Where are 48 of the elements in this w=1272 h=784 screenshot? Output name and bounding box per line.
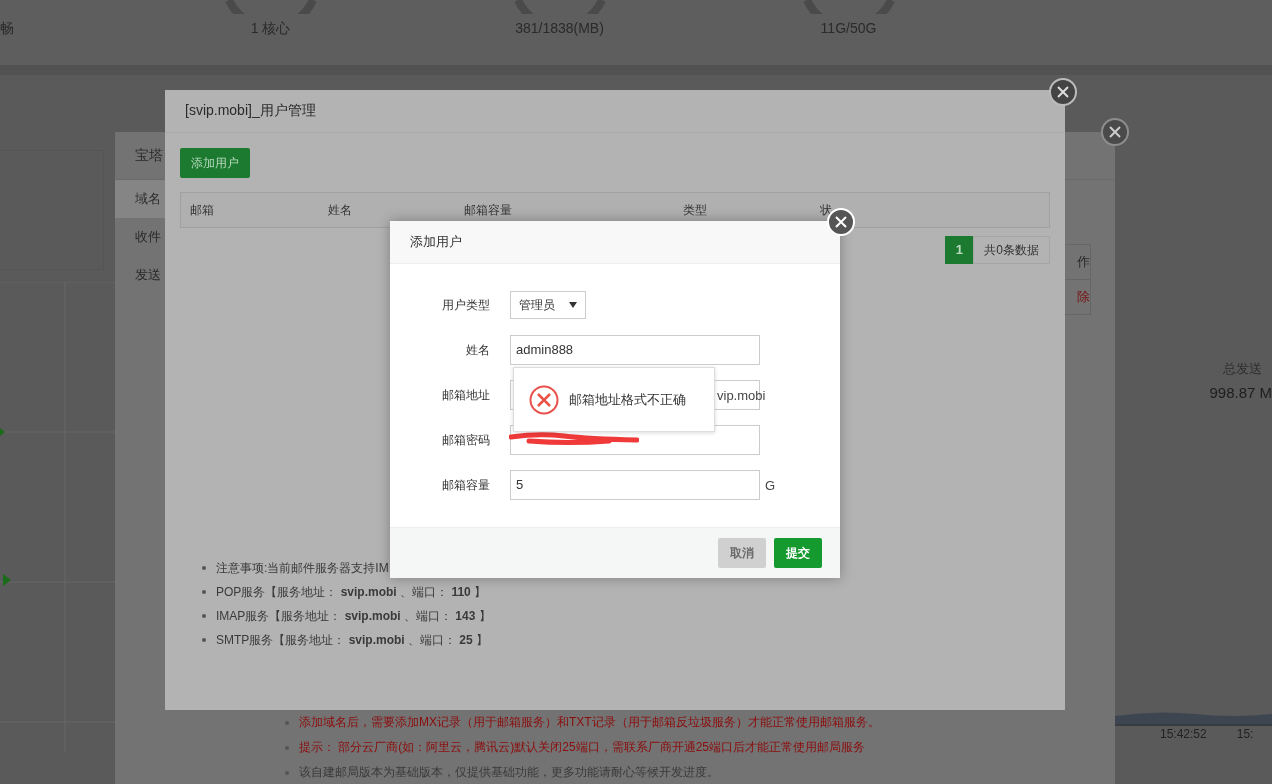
field-label: 姓名 — [465, 341, 490, 359]
bullet-icon — [202, 638, 206, 642]
record-count: 共0条数据 — [973, 236, 1050, 264]
delete-link[interactable]: 除 — [1077, 289, 1090, 304]
note-text: 注意事项:当前邮件服务器支持IM — [216, 560, 389, 577]
time-label: 15:42:52 — [1160, 727, 1207, 741]
field-label: 邮箱地址 — [441, 386, 490, 404]
note-text: IMAP服务【服务地址： svip.mobi 、端口： 143 】 — [216, 608, 491, 625]
dialog-title: 添加用户 — [410, 233, 462, 251]
add-user-button[interactable]: 添加用户 — [180, 148, 250, 178]
close-icon — [1109, 126, 1121, 138]
column-header: 状 — [820, 201, 832, 219]
menu-item[interactable]: 域名 — [115, 180, 165, 218]
domain-suffix: vip.mobi — [717, 387, 766, 403]
close-button[interactable] — [1049, 78, 1077, 106]
close-button[interactable] — [1101, 118, 1129, 146]
note-text: SMTP服务【服务地址： svip.mobi 、端口： 25 】 — [216, 632, 489, 649]
bullet-icon — [202, 614, 206, 618]
error-message: 邮箱地址格式不正确 — [569, 390, 686, 409]
page-button[interactable]: 1 — [945, 236, 974, 264]
column-header: 邮箱容量 — [464, 201, 512, 219]
user-type-select[interactable]: 管理员 — [510, 291, 586, 319]
note-text: POP服务【服务地址： svip.mobi 、端口： 110 】 — [216, 584, 487, 601]
submit-button[interactable]: 提交 — [774, 538, 822, 568]
bullet-icon — [202, 566, 206, 570]
column-header: 姓名 — [328, 201, 352, 219]
menu-item[interactable]: 收件 — [115, 218, 165, 256]
input-field[interactable]: 5 — [510, 470, 760, 500]
window-title: 宝塔 — [135, 146, 163, 165]
note-text: 添加域名后，需要添加MX记录（用于邮箱服务）和TXT记录（用于邮箱反垃圾服务）才能正常使用邮箱服务。 — [299, 714, 880, 731]
menu-item[interactable]: 发送 — [115, 256, 165, 294]
field-label: 邮箱容量 — [441, 476, 490, 494]
traffic-value: 998.87 M — [1209, 384, 1272, 401]
error-icon — [529, 384, 559, 415]
note-text: 提示： 部分云厂商(如：阿里云，腾讯云)默认关闭25端口，需联系厂商开通25端口后才能正常使用邮局服务 — [299, 739, 866, 756]
bullet-icon — [202, 590, 206, 594]
time-label: 15: — [1236, 727, 1254, 741]
table-header: 作 — [1076, 253, 1090, 271]
field-label: 邮箱密码 — [441, 431, 490, 449]
column-header: 类型 — [683, 201, 707, 219]
close-icon — [835, 216, 847, 228]
close-icon — [1057, 86, 1069, 98]
column-header: 邮箱 — [190, 201, 214, 219]
caret-icon — [569, 302, 577, 308]
unit-label: G — [765, 477, 776, 493]
field-label: 用户类型 — [441, 296, 490, 314]
input-field[interactable]: admin888 — [510, 335, 760, 365]
window-title: [svip.mobi]_用户管理 — [185, 102, 316, 120]
